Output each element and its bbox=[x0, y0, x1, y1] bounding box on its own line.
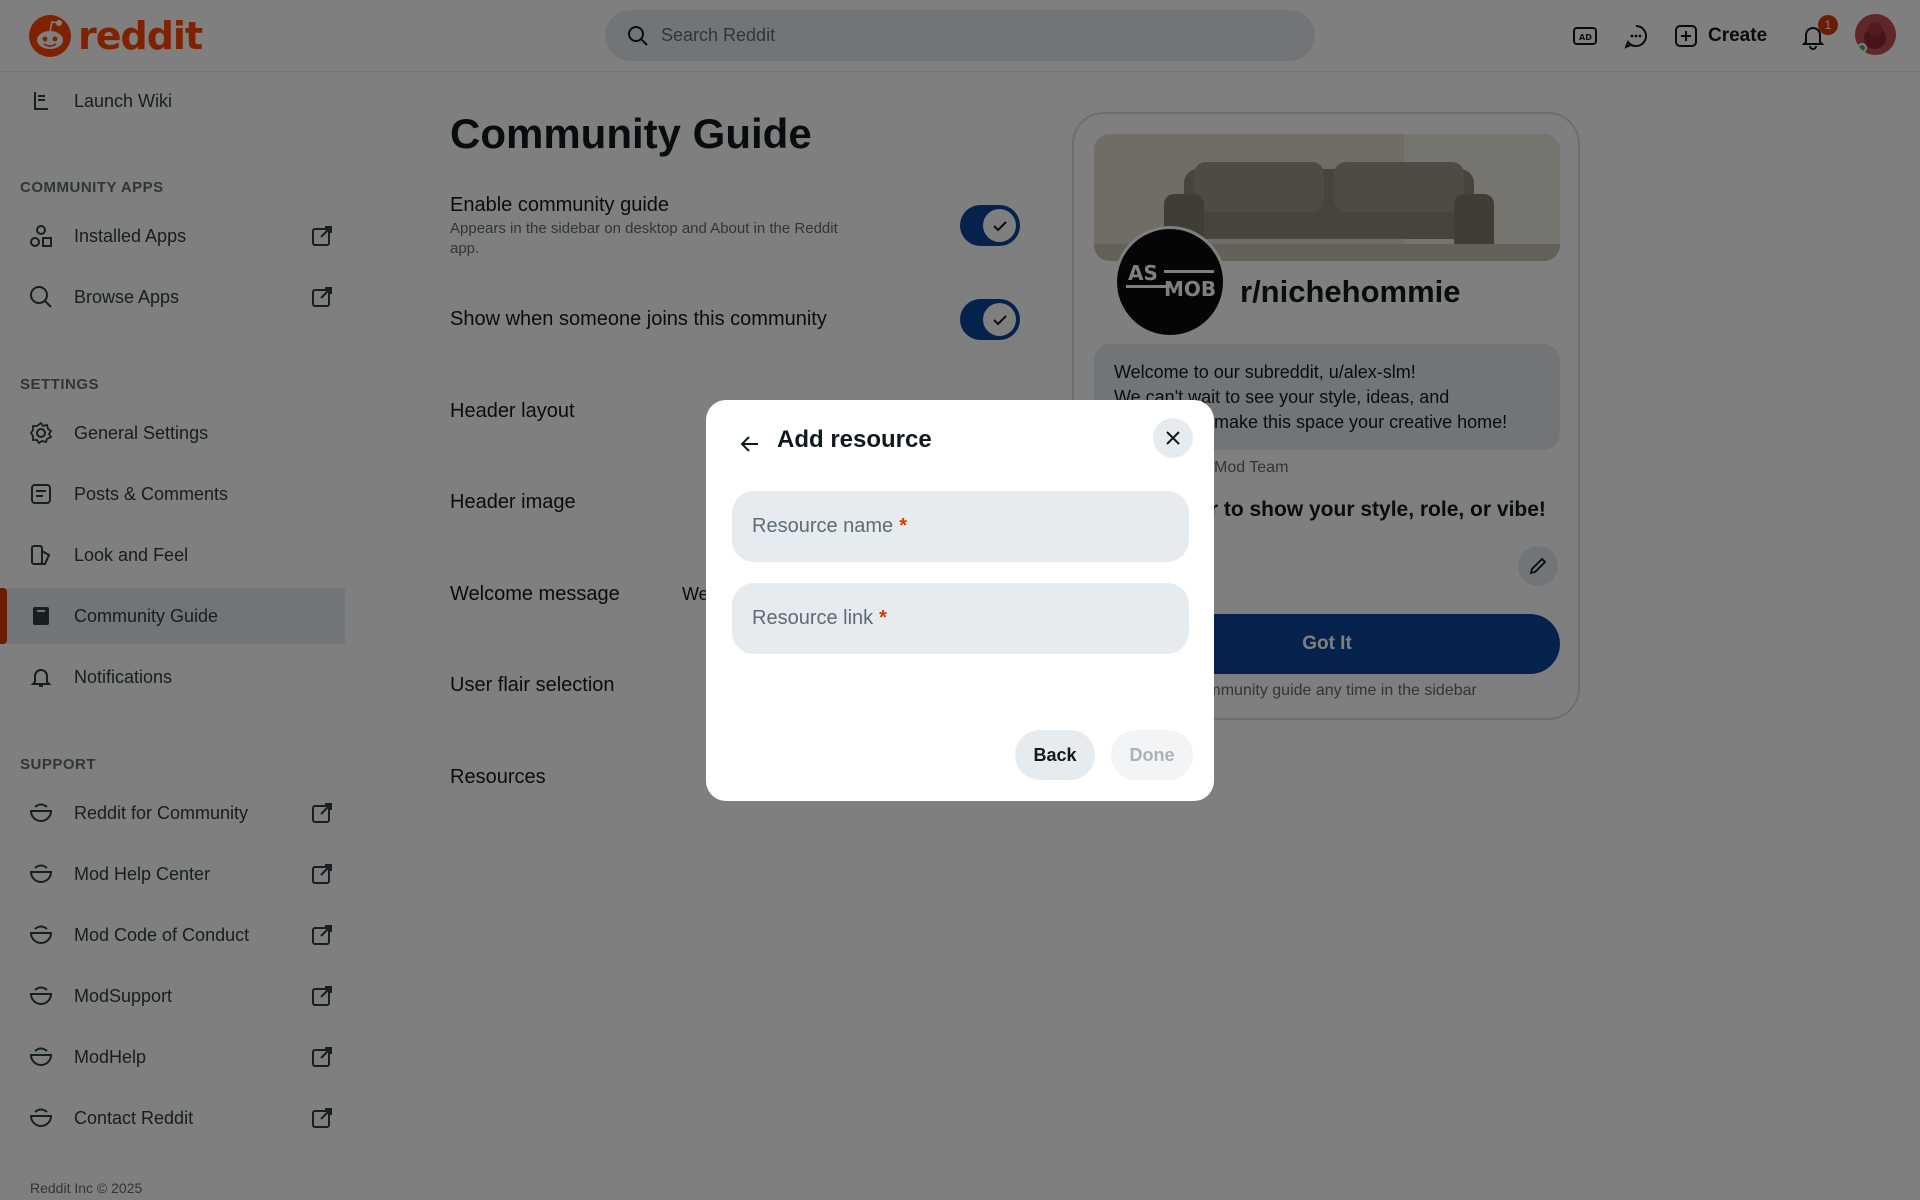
resource-name-field[interactable]: Resource name * bbox=[732, 491, 1189, 562]
arrow-left-icon bbox=[740, 436, 758, 452]
resource-link-field[interactable]: Resource link * bbox=[732, 583, 1189, 654]
required-mark: * bbox=[879, 607, 887, 629]
resource-name-placeholder: Resource name bbox=[752, 515, 894, 537]
resource-link-placeholder: Resource link bbox=[752, 607, 874, 629]
add-resource-modal: Add resource Resource name * Resource li… bbox=[706, 400, 1214, 801]
done-button[interactable]: Done bbox=[1111, 730, 1193, 780]
close-icon bbox=[1166, 431, 1180, 445]
required-mark: * bbox=[899, 515, 907, 537]
back-button[interactable]: Back bbox=[1015, 730, 1095, 780]
modal-title: Add resource bbox=[777, 426, 932, 453]
close-button[interactable] bbox=[1153, 418, 1193, 458]
back-arrow-button[interactable] bbox=[730, 424, 770, 464]
